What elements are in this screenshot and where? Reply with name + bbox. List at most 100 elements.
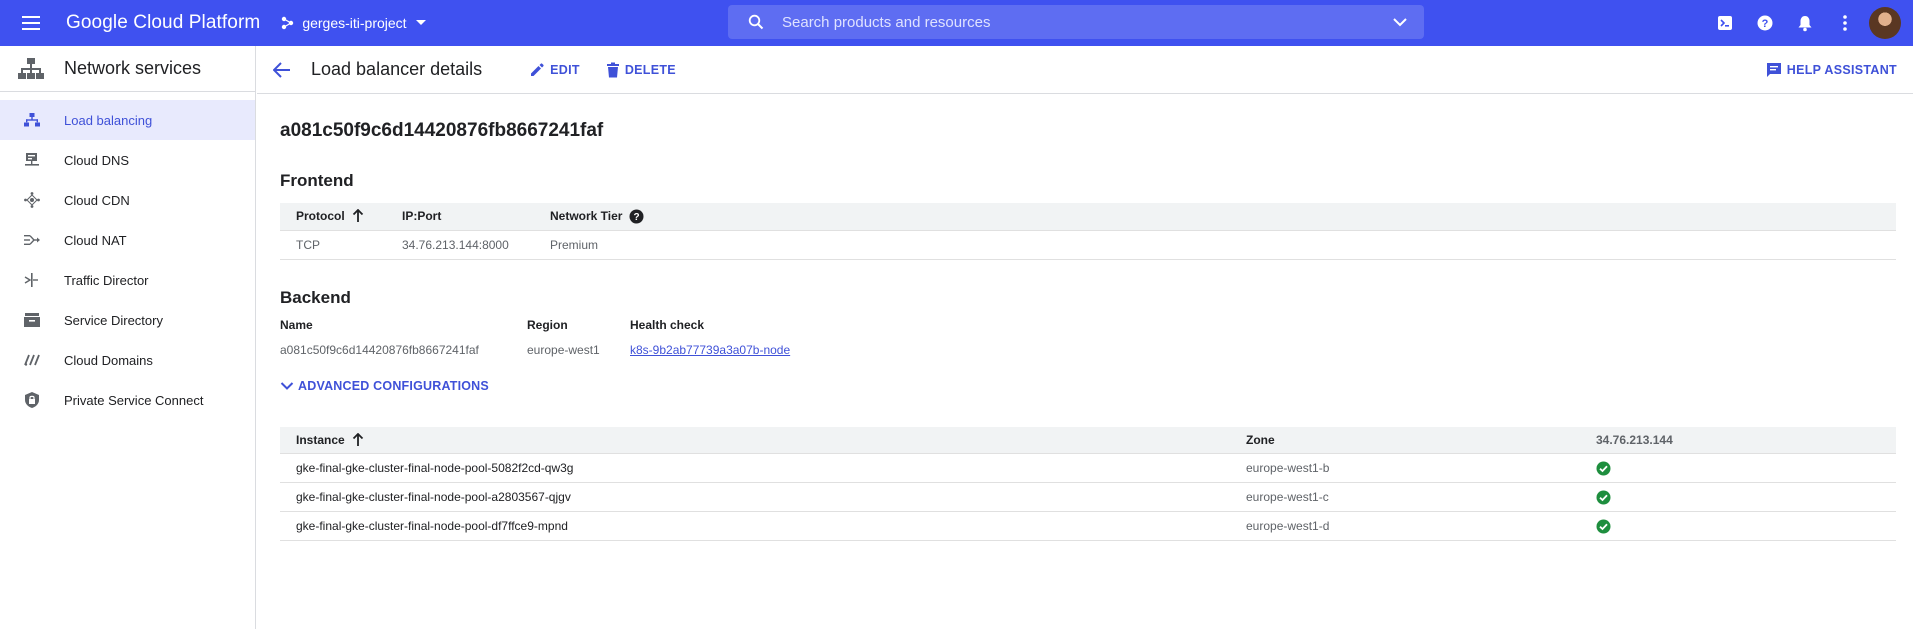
page-title: Load balancer details xyxy=(311,59,483,79)
cdn-icon xyxy=(20,192,44,208)
sidebar-item-label: Cloud CDN xyxy=(64,192,130,208)
sidebar-item-label: Service Directory xyxy=(64,312,163,328)
instance-name-cell: gke-final-gke-cluster-final-node-pool-a2… xyxy=(280,482,1230,512)
instances-table: Instance Zone 34.76.213.144 gke-final-gk… xyxy=(280,426,1896,541)
project-name: gerges-iti-project xyxy=(302,15,407,31)
zone-cell: europe-west1-b xyxy=(1230,453,1580,483)
more-vert-icon[interactable] xyxy=(1825,15,1865,31)
domains-icon xyxy=(20,354,44,366)
health-status-cell xyxy=(1580,453,1896,483)
table-row: gke-final-gke-cluster-final-node-pool-50… xyxy=(280,453,1896,483)
table-row: TCP 34.76.213.144:8000 Premium xyxy=(280,230,1896,260)
sidebar-item-label: Cloud NAT xyxy=(64,232,127,248)
backend-name-value: a081c50f9c6d14420876fb8667241faf xyxy=(280,342,479,357)
help-icon[interactable]: ? xyxy=(1745,15,1785,31)
help-icon[interactable]: ? xyxy=(629,209,644,224)
protocol-header[interactable]: Protocol xyxy=(280,203,386,231)
chevron-down-icon xyxy=(415,19,427,27)
sidebar-item-load-balancing[interactable]: Load balancing xyxy=(0,100,255,140)
brand-logo[interactable]: Google Cloud Platform xyxy=(66,12,260,34)
backend-region-header: Region xyxy=(527,317,568,332)
ip-header: 34.76.213.144 xyxy=(1580,426,1896,454)
expand-icon[interactable] xyxy=(1392,17,1408,27)
top-bar: Google Cloud Platform gerges-iti-project… xyxy=(0,0,1913,46)
sidebar-item-label: Traffic Director xyxy=(64,272,149,288)
health-check-link[interactable]: k8s-9b2ab77739a3a07b-node xyxy=(630,343,790,357)
sidebar-item-cloud-nat[interactable]: Cloud NAT xyxy=(0,220,255,260)
search-input[interactable] xyxy=(782,13,1392,31)
network-tier-cell: Premium xyxy=(534,230,1896,260)
advanced-configurations-label: ADVANCED CONFIGURATIONS xyxy=(298,378,489,393)
instance-name-cell: gke-final-gke-cluster-final-node-pool-df… xyxy=(280,511,1230,541)
network-services-icon xyxy=(18,57,46,81)
health-check-header: Health check xyxy=(630,317,705,332)
sidebar-item-label: Private Service Connect xyxy=(64,392,204,408)
backend-title: Backend xyxy=(280,287,351,307)
instance-name-cell: gke-final-gke-cluster-final-node-pool-50… xyxy=(280,453,1230,483)
sidebar-item-cloud-dns[interactable]: Cloud DNS xyxy=(0,140,255,180)
nat-icon xyxy=(20,233,44,247)
sort-arrow-icon xyxy=(352,209,363,223)
zone-cell: europe-west1-d xyxy=(1230,511,1580,541)
sidebar-item-label: Cloud Domains xyxy=(64,352,153,368)
action-bar: Load balancer details EDIT DELETE HELP A… xyxy=(257,46,1913,94)
sidebar-header: Network services xyxy=(0,46,255,92)
frontend-title: Frontend xyxy=(280,171,354,190)
search-bar[interactable] xyxy=(728,5,1424,39)
edit-label: EDIT xyxy=(550,62,580,77)
sidebar-item-private-service-connect[interactable]: Private Service Connect xyxy=(0,380,255,420)
cloud-shell-icon[interactable] xyxy=(1705,15,1745,31)
table-row: gke-final-gke-cluster-final-node-pool-a2… xyxy=(280,482,1896,512)
service-directory-icon xyxy=(20,313,44,327)
search-icon xyxy=(748,14,764,30)
check-circle-icon xyxy=(1596,461,1611,475)
sidebar-title: Network services xyxy=(64,58,202,78)
help-assistant-button[interactable]: HELP ASSISTANT xyxy=(1766,62,1897,78)
backend-name-header: Name xyxy=(280,317,313,332)
zone-header: Zone xyxy=(1230,426,1580,454)
back-arrow-icon[interactable] xyxy=(273,61,291,78)
instance-header[interactable]: Instance xyxy=(280,426,1230,454)
sort-arrow-icon xyxy=(352,432,363,446)
load-balancing-icon xyxy=(20,113,44,127)
sidebar-item-traffic-director[interactable]: Traffic Director xyxy=(0,260,255,300)
avatar[interactable] xyxy=(1869,7,1901,39)
load-balancer-name: a081c50f9c6d14420876fb8667241faf xyxy=(280,120,604,141)
zone-cell: europe-west1-c xyxy=(1230,482,1580,512)
notifications-icon[interactable] xyxy=(1785,15,1825,32)
help-assistant-label: HELP ASSISTANT xyxy=(1786,62,1897,77)
edit-icon xyxy=(531,62,544,76)
project-selector[interactable]: gerges-iti-project xyxy=(280,15,426,31)
sidebar-item-cloud-cdn[interactable]: Cloud CDN xyxy=(0,180,255,220)
ip-port-header: IP:Port xyxy=(386,203,534,231)
network-tier-header: Network Tier ? xyxy=(534,203,1896,231)
backend-details: Name a081c50f9c6d14420876fb8667241faf Re… xyxy=(280,318,1896,357)
health-status-cell xyxy=(1580,482,1896,512)
sidebar: Network services Load balancing Cloud DN… xyxy=(0,46,256,629)
private-service-connect-icon xyxy=(20,392,44,408)
dns-icon xyxy=(20,153,44,167)
sidebar-item-label: Cloud DNS xyxy=(64,152,130,168)
frontend-table: Protocol IP:Port Network Tier ? TCP 34.7… xyxy=(280,203,1896,260)
health-status-cell xyxy=(1580,511,1896,541)
sidebar-item-label: Load balancing xyxy=(64,112,153,128)
chevron-down-icon xyxy=(280,381,294,390)
sidebar-item-service-directory[interactable]: Service Directory xyxy=(0,300,255,340)
table-row: gke-final-gke-cluster-final-node-pool-df… xyxy=(280,511,1896,541)
ip-port-cell: 34.76.213.144:8000 xyxy=(386,230,534,260)
main-content: Load balancer details EDIT DELETE HELP A… xyxy=(257,46,1913,629)
check-circle-icon xyxy=(1596,490,1611,504)
project-dots-icon xyxy=(280,16,294,30)
delete-label: DELETE xyxy=(624,62,676,77)
traffic-director-icon xyxy=(20,273,44,287)
check-circle-icon xyxy=(1596,519,1611,533)
sidebar-item-cloud-domains[interactable]: Cloud Domains xyxy=(0,340,255,380)
edit-button[interactable]: EDIT xyxy=(529,62,580,78)
delete-button[interactable]: DELETE xyxy=(606,62,676,78)
menu-icon[interactable] xyxy=(20,14,46,32)
help-assistant-icon xyxy=(1766,62,1781,77)
svg-text:?: ? xyxy=(1762,18,1769,30)
advanced-configurations-toggle[interactable]: ADVANCED CONFIGURATIONS xyxy=(280,379,1896,393)
protocol-cell: TCP xyxy=(280,230,386,260)
backend-region-value: europe-west1 xyxy=(527,342,600,357)
